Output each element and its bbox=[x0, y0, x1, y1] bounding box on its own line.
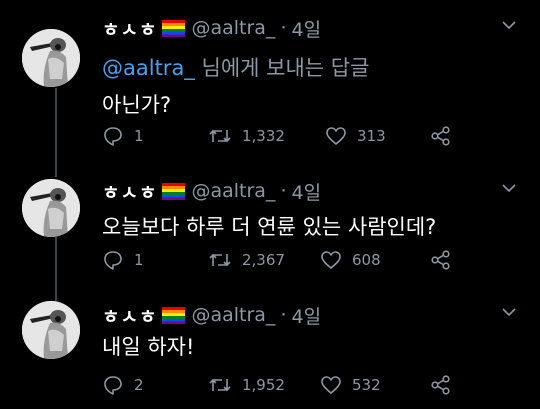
tweet-header: ㅎㅅㅎ @aaltra_ · 4일 bbox=[102, 301, 321, 329]
tweet[interactable]: ㅎㅅㅎ @aaltra_ · 4일 @aaltra_ 님에게 보내는 답글 아닌… bbox=[0, 14, 540, 164]
like-button[interactable]: 532 bbox=[320, 374, 381, 396]
tweet[interactable]: ㅎㅅㅎ @aaltra_ · 4일 내일 하자! 2 1,952 532 bbox=[0, 301, 540, 409]
tweet-header: ㅎㅅㅎ @aaltra_ · 4일 bbox=[102, 14, 321, 42]
display-name[interactable]: ㅎㅅㅎ bbox=[102, 178, 157, 205]
share-button[interactable] bbox=[430, 374, 462, 396]
handle[interactable]: @aaltra_ bbox=[191, 17, 275, 39]
like-count: 608 bbox=[352, 251, 381, 269]
retweet-count: 1,332 bbox=[242, 127, 285, 145]
like-button[interactable]: 313 bbox=[325, 125, 386, 147]
retweet-icon bbox=[209, 378, 231, 392]
reply-icon bbox=[104, 376, 122, 395]
avatar[interactable] bbox=[22, 29, 80, 87]
tweet-actions: 2 1,952 532 bbox=[102, 374, 482, 398]
retweet-button[interactable]: 1,332 bbox=[208, 125, 285, 147]
like-count: 532 bbox=[352, 376, 381, 394]
avatar-image bbox=[22, 29, 80, 87]
tweet-header: ㅎㅅㅎ @aaltra_ · 4일 bbox=[102, 177, 321, 205]
share-icon bbox=[431, 375, 450, 395]
timestamp[interactable]: 4일 bbox=[291, 302, 321, 329]
rainbow-flag-icon bbox=[162, 19, 186, 37]
like-icon bbox=[321, 251, 341, 269]
retweet-button[interactable]: 1,952 bbox=[208, 374, 285, 396]
reply-count: 1 bbox=[134, 251, 144, 269]
separator-dot: · bbox=[280, 304, 287, 326]
reply-count: 2 bbox=[134, 376, 144, 394]
display-name[interactable]: ㅎㅅㅎ bbox=[102, 15, 157, 42]
timestamp[interactable]: 4일 bbox=[291, 178, 321, 205]
reply-label: 님에게 보내는 답글 bbox=[201, 56, 370, 80]
share-icon bbox=[431, 126, 450, 146]
caret-down-icon[interactable] bbox=[500, 303, 518, 321]
retweet-icon bbox=[209, 129, 231, 143]
avatar[interactable] bbox=[22, 179, 80, 237]
tweet[interactable]: ㅎㅅㅎ @aaltra_ · 4일 오늘보다 하루 더 연륜 있는 사람인데? … bbox=[0, 177, 540, 297]
rainbow-flag-icon bbox=[162, 182, 186, 200]
share-icon bbox=[431, 250, 450, 270]
timestamp[interactable]: 4일 bbox=[291, 15, 321, 42]
retweet-count: 2,367 bbox=[242, 251, 285, 269]
like-icon bbox=[321, 376, 341, 394]
like-icon bbox=[326, 127, 346, 145]
reply-count: 1 bbox=[134, 127, 144, 145]
share-button[interactable] bbox=[430, 249, 462, 271]
caret-down-icon[interactable] bbox=[500, 16, 518, 34]
reply-icon bbox=[104, 127, 122, 146]
reply-context: @aaltra_ 님에게 보내는 답글 bbox=[102, 52, 369, 82]
caret-down-icon[interactable] bbox=[500, 179, 518, 197]
like-button[interactable]: 608 bbox=[320, 249, 381, 271]
tweet-text: 내일 하자! bbox=[102, 335, 195, 359]
avatar[interactable] bbox=[22, 301, 80, 359]
avatar-image bbox=[22, 179, 80, 237]
avatar-image bbox=[22, 301, 80, 359]
tweet-actions: 1 2,367 608 bbox=[102, 249, 482, 273]
retweet-count: 1,952 bbox=[242, 376, 285, 394]
display-name[interactable]: ㅎㅅㅎ bbox=[102, 302, 157, 329]
handle[interactable]: @aaltra_ bbox=[191, 304, 275, 326]
reply-icon bbox=[104, 251, 122, 270]
tweet-actions: 1 1,332 313 bbox=[102, 125, 482, 149]
reply-button[interactable]: 2 bbox=[102, 374, 144, 396]
tweet-text: 아닌가? bbox=[102, 93, 172, 117]
retweet-button[interactable]: 2,367 bbox=[208, 249, 285, 271]
share-button[interactable] bbox=[430, 125, 462, 147]
reply-mention[interactable]: @aaltra_ bbox=[102, 56, 195, 80]
separator-dot: · bbox=[280, 17, 287, 39]
handle[interactable]: @aaltra_ bbox=[191, 180, 275, 202]
separator-dot: · bbox=[280, 180, 287, 202]
reply-button[interactable]: 1 bbox=[102, 125, 144, 147]
like-count: 313 bbox=[357, 127, 386, 145]
tweet-text: 오늘보다 하루 더 연륜 있는 사람인데? bbox=[102, 215, 437, 239]
reply-button[interactable]: 1 bbox=[102, 249, 144, 271]
retweet-icon bbox=[209, 253, 231, 267]
rainbow-flag-icon bbox=[162, 306, 186, 324]
